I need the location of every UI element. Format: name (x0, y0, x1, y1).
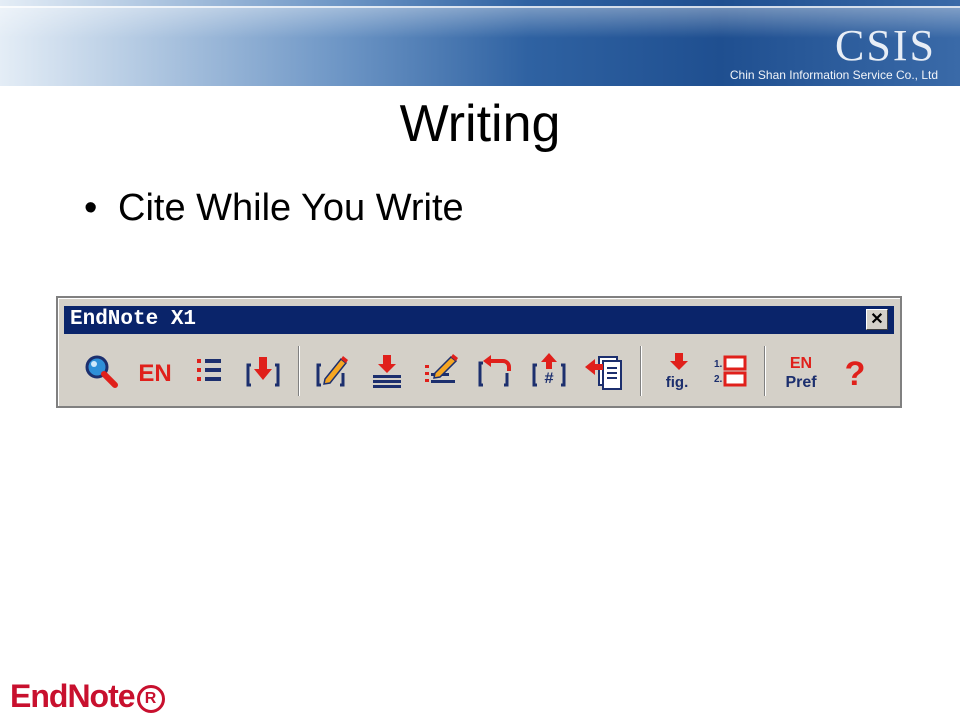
header-banner: CSIS Chin Shan Information Service Co., … (0, 0, 960, 86)
pref-en-label: EN (790, 355, 812, 372)
preferences-icon: EN Pref (785, 355, 817, 391)
go-to-endnote-button[interactable]: EN (134, 350, 176, 392)
toolbar-separator (764, 346, 766, 396)
insert-selected-citation-icon (246, 357, 280, 387)
help-button[interactable]: ? (834, 350, 876, 392)
insert-note-icon (373, 355, 401, 388)
endnote-logo-text: EndNote (10, 678, 136, 714)
format-bibliography-button[interactable] (188, 350, 230, 392)
toolbar-separator (640, 346, 642, 396)
svg-text:2.: 2. (714, 374, 723, 385)
toolbar-buttons: EN # fig. 1. 2. EN Pref ? (58, 342, 900, 400)
insert-figure-button[interactable]: fig. (656, 350, 698, 392)
csis-logo: CSIS (835, 21, 936, 70)
remove-field-codes-button[interactable]: # (528, 350, 570, 392)
insert-note-button[interactable] (366, 350, 408, 392)
edit-library-reference-icon (425, 354, 458, 383)
pref-label: Pref (785, 374, 817, 391)
close-button[interactable]: ✕ (866, 309, 888, 330)
format-bibliography-icon (197, 359, 221, 381)
help-icon: ? (845, 355, 866, 391)
slide-title: Writing (399, 95, 561, 153)
generate-figure-list-button[interactable]: 1. 2. (710, 350, 752, 392)
bullet-list: • Cite While You Write (84, 184, 464, 232)
endnote-toolbar-window: EndNote X1 ✕ EN # fig. 1. 2. EN Pref ? (56, 296, 902, 408)
close-icon: ✕ (870, 311, 884, 328)
unformat-citations-button[interactable] (474, 350, 516, 392)
find-citation-button[interactable] (80, 350, 122, 392)
insert-citation-button[interactable] (242, 350, 284, 392)
edit-citation-button[interactable] (312, 350, 354, 392)
bullet-dot: • (84, 187, 98, 229)
insert-figure-icon: fig. (666, 353, 689, 391)
svg-text:1.: 1. (714, 359, 723, 370)
export-traveling-library-icon (585, 356, 622, 390)
edit-library-reference-button[interactable] (420, 350, 462, 392)
help-glyph: ? (845, 355, 866, 391)
find-citation-icon (85, 355, 118, 388)
remove-field-codes-icon: # (532, 353, 566, 388)
preferences-button[interactable]: EN Pref (780, 350, 822, 392)
unformat-citations-icon (478, 355, 511, 387)
generate-figure-list-icon: 1. 2. (714, 355, 747, 387)
export-traveling-library-button[interactable] (582, 350, 624, 392)
svg-text:#: # (544, 370, 554, 388)
en-label: EN (138, 360, 171, 387)
registered-mark: R (136, 684, 165, 713)
edit-citation-icon (316, 356, 348, 387)
endnote-logo: EndNote R (10, 676, 165, 716)
fig-label: fig. (666, 374, 689, 391)
bullet-text: Cite While You Write (118, 187, 464, 229)
banner-shine (0, 8, 960, 38)
company-name: Chin Shan Information Service Co., Ltd (729, 68, 938, 82)
toolbar-titlebar[interactable]: EndNote X1 ✕ (64, 306, 894, 334)
go-to-endnote-icon: EN (138, 360, 171, 387)
bullet-item: • Cite While You Write (84, 184, 464, 232)
toolbar-separator (298, 346, 300, 396)
toolbar-title: EndNote X1 (70, 308, 197, 331)
